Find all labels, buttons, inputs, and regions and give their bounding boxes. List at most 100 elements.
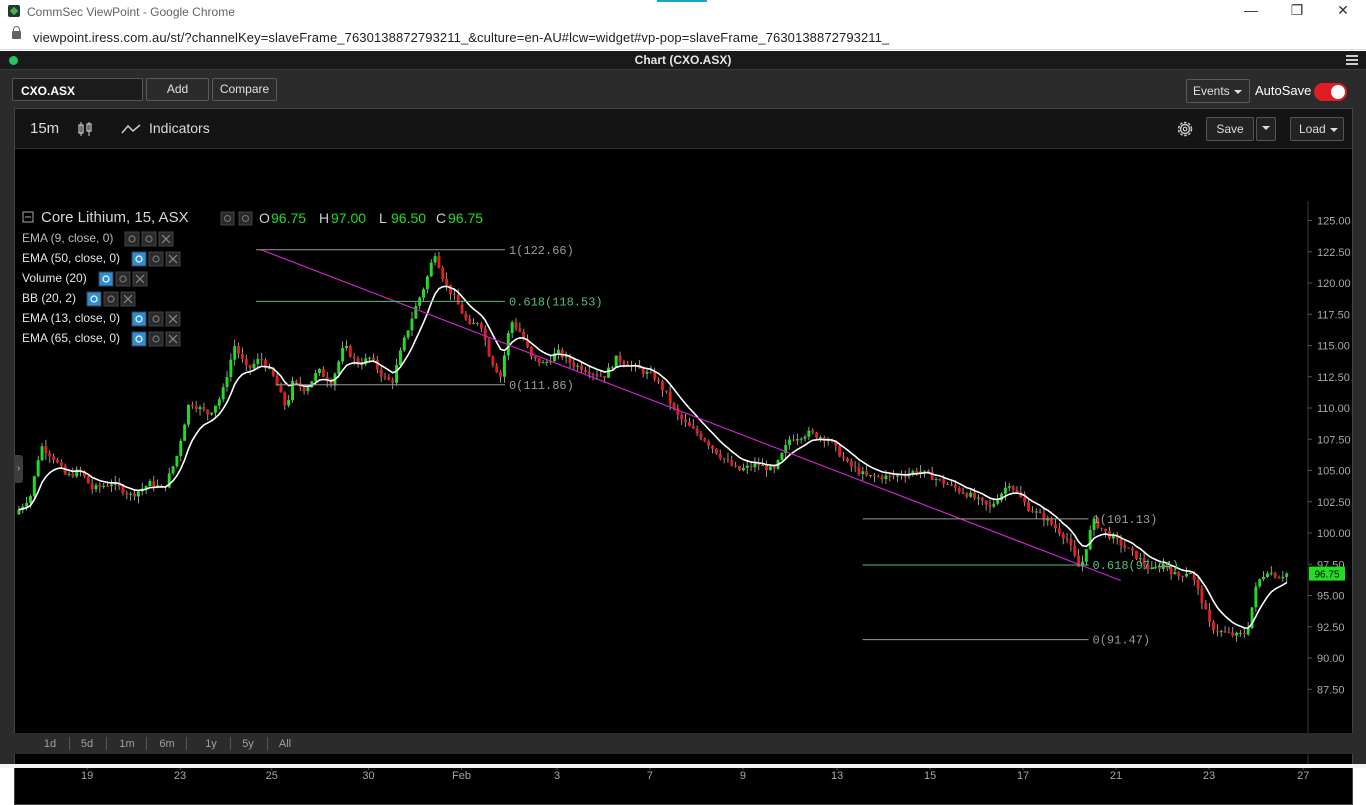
candle-body bbox=[414, 305, 418, 319]
candle-body bbox=[210, 412, 214, 415]
window-title: CommSec ViewPoint - Google Chrome bbox=[27, 5, 235, 19]
candle-body bbox=[560, 349, 564, 358]
candle-body bbox=[942, 479, 946, 484]
minimize-icon[interactable]: — bbox=[1236, 2, 1266, 18]
candle-body bbox=[321, 369, 325, 377]
address-bar[interactable]: viewpoint.iress.com.au/st/?channelKey=sl… bbox=[0, 24, 1366, 50]
price-chart[interactable]: 125.00 122.50 120.00 117.50 115.00 112.50 110.… bbox=[15, 109, 1352, 804]
candle-body bbox=[603, 376, 607, 378]
candle-body bbox=[341, 347, 345, 362]
y-tick-label: 90.00 bbox=[1317, 653, 1345, 665]
study-visibility-icon[interactable] bbox=[98, 271, 114, 287]
y-tick-label: 112.50 bbox=[1317, 372, 1350, 384]
period-button[interactable]: 5d bbox=[72, 736, 102, 752]
x-tick-label: 30 bbox=[362, 770, 374, 782]
study-visibility-icon[interactable] bbox=[86, 291, 102, 307]
events-dropdown[interactable]: Events bbox=[1186, 79, 1250, 103]
candle-body bbox=[179, 440, 183, 457]
period-separator bbox=[69, 737, 70, 750]
period-separator bbox=[230, 737, 231, 750]
hamburger-menu-icon[interactable] bbox=[1346, 55, 1358, 65]
study-label: Volume (20) bbox=[22, 271, 87, 285]
study-settings-icon[interactable] bbox=[148, 331, 164, 347]
autosave-toggle[interactable] bbox=[1314, 83, 1347, 101]
events-label: Events bbox=[1193, 84, 1230, 98]
url-text[interactable]: viewpoint.iress.com.au/st/?channelKey=sl… bbox=[33, 30, 889, 45]
candle-body bbox=[371, 357, 375, 360]
candle-body bbox=[1273, 572, 1277, 578]
ohlc-l-value: 96.50 bbox=[391, 210, 426, 226]
period-button[interactable]: 6m bbox=[152, 736, 182, 752]
study-settings-icon[interactable] bbox=[115, 271, 131, 287]
add-button[interactable]: Add bbox=[146, 78, 209, 101]
candle-body bbox=[136, 491, 140, 497]
symbol-input[interactable]: CXO.ASX bbox=[12, 78, 143, 101]
ohlc-c-label: C bbox=[436, 210, 446, 226]
study-settings-icon[interactable] bbox=[148, 251, 164, 267]
legend-settings-icon[interactable] bbox=[238, 211, 253, 226]
browser-titlebar: CommSec ViewPoint - Google Chrome — ❐ ✕ bbox=[0, 0, 1366, 24]
candle-body bbox=[861, 471, 865, 474]
candle-body bbox=[129, 493, 133, 495]
candle-body bbox=[583, 370, 587, 372]
candle-body bbox=[645, 371, 649, 374]
candle-body bbox=[244, 358, 248, 366]
candle-body bbox=[1023, 497, 1027, 503]
candle-body bbox=[984, 500, 988, 505]
study-visibility-icon[interactable] bbox=[131, 251, 147, 267]
candle-body bbox=[375, 359, 379, 370]
candle-body bbox=[287, 400, 291, 406]
candle-body bbox=[614, 355, 618, 368]
x-tick-label: 23 bbox=[174, 770, 186, 782]
candle-body bbox=[564, 356, 568, 358]
restore-icon[interactable]: ❐ bbox=[1282, 2, 1312, 19]
period-button[interactable]: 1d bbox=[35, 736, 65, 752]
legend-visibility-icon[interactable] bbox=[220, 211, 235, 226]
candle-body bbox=[422, 289, 426, 298]
study-settings-icon[interactable] bbox=[141, 231, 157, 247]
study-visibility-icon[interactable] bbox=[131, 331, 147, 347]
study-settings-icon[interactable] bbox=[148, 311, 164, 327]
last-price-label: 96.75 bbox=[1314, 570, 1339, 581]
candle-body bbox=[252, 363, 256, 369]
y-tick-label: 110.00 bbox=[1317, 403, 1350, 415]
symbol-name-label: Core Lithium, 15, ASX bbox=[41, 209, 189, 226]
candle-body bbox=[1100, 527, 1104, 529]
compare-button[interactable]: Compare bbox=[212, 78, 277, 101]
candle-body bbox=[753, 463, 757, 468]
candle-body bbox=[256, 358, 260, 364]
candle-body bbox=[1208, 609, 1212, 622]
period-button[interactable]: 1y bbox=[196, 736, 226, 752]
candle-body bbox=[745, 465, 749, 468]
candle-body bbox=[980, 497, 984, 501]
candle-body bbox=[279, 385, 283, 393]
side-panel-handle[interactable]: › bbox=[14, 455, 23, 483]
candle-body bbox=[1269, 572, 1273, 574]
period-button[interactable]: All bbox=[270, 736, 300, 752]
candle-body bbox=[17, 509, 21, 515]
candle-body bbox=[55, 459, 59, 463]
candle-body bbox=[318, 369, 321, 374]
candle-body bbox=[946, 483, 950, 485]
candle-body bbox=[514, 322, 518, 329]
study-visibility-icon[interactable] bbox=[124, 231, 140, 247]
study-settings-icon[interactable] bbox=[103, 291, 119, 307]
candle-body bbox=[730, 460, 734, 466]
candle-body bbox=[248, 365, 252, 369]
study-visibility-icon[interactable] bbox=[131, 311, 147, 327]
fib-level-label: 0.618(118.53) bbox=[509, 295, 603, 309]
study-label: EMA (65, close, 0) bbox=[22, 331, 120, 345]
candle-body bbox=[556, 349, 560, 354]
period-button[interactable]: 5y bbox=[233, 736, 263, 752]
candle-body bbox=[360, 364, 364, 366]
study-label: EMA (9, close, 0) bbox=[22, 231, 113, 245]
close-icon[interactable]: ✕ bbox=[1328, 2, 1358, 19]
candle-body bbox=[1065, 538, 1069, 540]
candle-body bbox=[98, 485, 102, 487]
candle-body bbox=[722, 458, 726, 460]
candle-body bbox=[668, 391, 672, 404]
candle-body bbox=[472, 323, 476, 325]
candle-body bbox=[468, 319, 472, 324]
trendline[interactable] bbox=[259, 248, 1122, 582]
period-button[interactable]: 1m bbox=[112, 736, 142, 752]
